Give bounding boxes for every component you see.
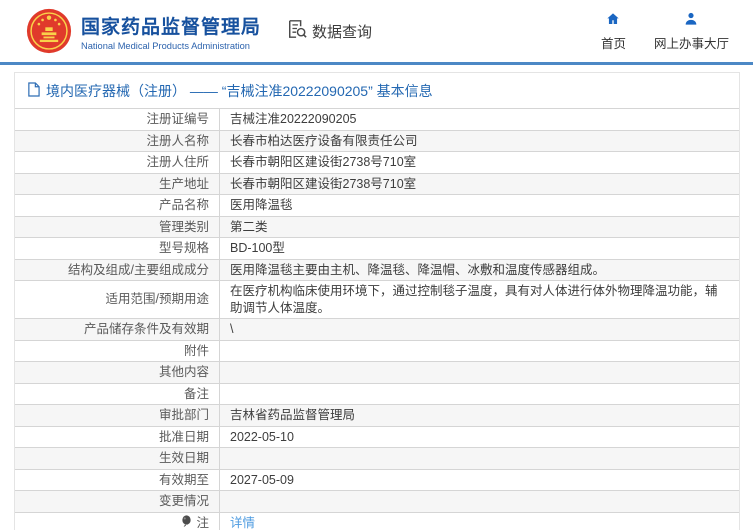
row-label: 适用范围/预期用途 [15,281,220,318]
row-value: 吉林省药品监督管理局 [230,408,356,422]
row-label: 有效期至 [15,469,220,490]
table-row: 变更情况 [15,491,739,513]
site-logo[interactable]: 国家药品监督管理局 National Medical Products Admi… [26,8,261,54]
home-icon [605,11,621,30]
balloon-icon [181,514,192,530]
row-label: 生效日期 [15,448,220,469]
row-label: 其他内容 [15,362,220,383]
data-query-label: 数据查询 [312,23,373,41]
nav-data-query[interactable]: 数据查询 [287,19,372,43]
table-row: 型号规格 BD-100型 [15,238,739,260]
breadcrumb: 境内医疗器械（注册） —— “吉械注准20222090205” 基本信息 [15,73,739,108]
row-value: 长春市柏达医疗设备有限责任公司 [230,133,418,148]
breadcrumb-text: 境内医疗器械（注册） —— “吉械注准20222090205” 基本信息 [46,83,433,99]
row-label: 附件 [15,340,220,361]
table-row: 有效期至 2027-05-09 [15,469,739,491]
row-value: 第二类 [230,219,268,234]
row-label: 注 [15,512,220,530]
nav-online-hall-label: 网上办事大厅 [653,36,729,51]
table-row: 备注 [15,383,739,405]
row-label: 生产地址 [15,173,220,194]
details-link[interactable]: 详情 [230,516,255,530]
row-label: 批准日期 [15,426,220,447]
nav-online-hall[interactable]: 网上办事大厅 [654,11,729,52]
header-nav: 首页 网上办事大厅 [601,11,735,52]
table-row: 生产地址 长春市朝阳区建设街2738号710室 [15,173,739,195]
row-label: 管理类别 [15,216,220,237]
row-label: 备注 [15,383,220,404]
row-label: 注册人名称 [15,130,220,151]
site-title-cn: 国家药品监督管理局 [81,16,262,38]
row-value: BD-100型 [230,241,285,255]
nav-home-label: 首页 [600,36,626,51]
national-emblem-icon [26,8,72,54]
row-value [220,491,739,512]
info-table: 注册证编号 吉械注准20222090205 注册人名称 长春市柏达医疗设备有限责任公司… [15,108,739,530]
row-value: 2027-05-09 [230,472,294,487]
row-label: 变更情况 [15,491,220,512]
site-title: 国家药品监督管理局 National Medical Products Admi… [81,12,261,51]
table-row: 批准日期 2022-05-10 [15,426,739,448]
document-search-icon [287,19,307,43]
row-value [220,341,739,362]
row-label: 产品名称 [15,195,220,216]
row-value: 吉械注准20222090205 [230,112,357,126]
row-value [220,448,739,469]
row-value: 医用降温毯主要由主机、降温毯、降温帽、冰敷和温度传感器组成。 [230,262,606,277]
row-label: 审批部门 [15,405,220,426]
row-value: 长春市朝阳区建设街2738号710室 [230,176,417,191]
table-row: 产品储存条件及有效期 \ [15,319,739,341]
row-label: 结构及组成/主要组成成分 [15,259,220,280]
row-value: 2022-05-10 [230,429,294,444]
row-value: \ [230,322,234,336]
table-row: 结构及组成/主要组成成分 医用降温毯主要由主机、降温毯、降温帽、冰敷和温度传感器组… [15,259,739,281]
table-row: 注详情 [15,512,739,530]
table-row: 附件 [15,340,739,362]
header-divider [0,62,753,65]
row-label: 型号规格 [15,238,220,259]
table-row: 注册人住所 长春市朝阳区建设街2738号710室 [15,152,739,174]
row-label: 注册证编号 [15,109,220,130]
table-row: 注册人名称 长春市柏达医疗设备有限责任公司 [15,130,739,152]
table-row: 适用范围/预期用途 在医疗机构临床使用环境下，通过控制毯子温度，具有对人体进行体外… [15,281,739,319]
table-row: 生效日期 [15,448,739,470]
row-label: 产品储存条件及有效期 [15,319,220,340]
site-header: 国家药品监督管理局 National Medical Products Admi… [0,0,753,62]
table-row: 管理类别 第二类 [15,216,739,238]
row-value: 详情 [220,513,739,530]
document-icon [27,82,40,100]
row-value: 医用降温毯 [230,198,293,212]
row-label: 注册人住所 [15,152,220,173]
row-value: 在医疗机构临床使用环境下，通过控制毯子温度，具有对人体进行体外物理降温功能，辅助… [230,284,718,315]
row-value [220,362,739,383]
table-row: 注册证编号 吉械注准20222090205 [15,109,739,131]
row-value [220,384,739,405]
table-row: 审批部门 吉林省药品监督管理局 [15,405,739,427]
content-box: 境内医疗器械（注册） —— “吉械注准20222090205” 基本信息 注册证… [14,72,740,530]
person-icon [683,11,699,30]
table-row: 产品名称 医用降温毯 [15,195,739,217]
nav-home[interactable]: 首页 [601,11,626,52]
site-title-en: National Medical Products Administration [81,40,250,51]
table-row: 其他内容 [15,362,739,384]
row-value: 长春市朝阳区建设街2738号710室 [230,155,417,169]
